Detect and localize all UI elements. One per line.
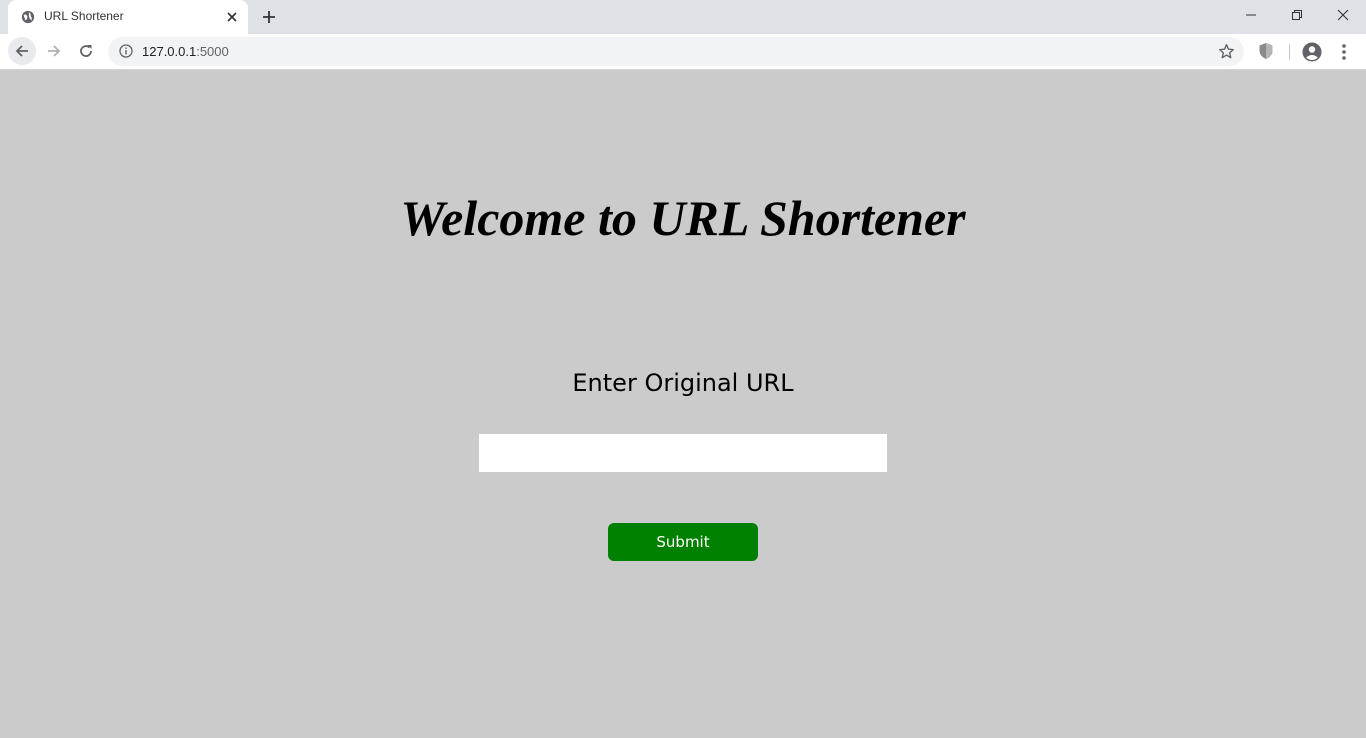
submit-button[interactable]: Submit — [608, 523, 758, 561]
close-window-button[interactable] — [1320, 0, 1366, 30]
browser-toolbar: 127.0.0.1:5000 — [0, 34, 1366, 70]
page-content: Welcome to URL Shortener Enter Original … — [0, 71, 1366, 738]
restore-button[interactable] — [1274, 0, 1320, 30]
reload-button[interactable] — [72, 37, 100, 65]
tab-strip: URL Shortener — [0, 0, 1366, 34]
reload-icon — [80, 45, 92, 57]
toolbar-divider — [1289, 44, 1290, 60]
new-tab-icon[interactable] — [259, 7, 279, 27]
back-button[interactable] — [8, 37, 36, 65]
star-icon[interactable] — [1218, 43, 1235, 60]
url-host: 127.0.0.1 — [142, 44, 197, 59]
url-port: :5000 — [196, 44, 229, 59]
minimize-icon — [1246, 14, 1256, 16]
arrow-right-icon — [48, 45, 61, 57]
account-icon[interactable] — [1302, 42, 1322, 62]
browser-tab[interactable]: URL Shortener — [8, 0, 248, 34]
shield-icon[interactable] — [1258, 42, 1274, 60]
url-field-label: Enter Original URL — [572, 369, 794, 397]
arrow-left-icon — [15, 45, 28, 57]
original-url-input[interactable] — [479, 434, 887, 472]
page-title: Welcome to URL Shortener — [400, 190, 966, 246]
kebab-menu-icon[interactable] — [1336, 42, 1352, 62]
close-tab-icon[interactable] — [225, 10, 239, 24]
address-bar[interactable]: 127.0.0.1:5000 — [108, 37, 1244, 66]
restore-icon — [1292, 10, 1302, 20]
forward-button[interactable] — [40, 37, 68, 65]
globe-icon — [21, 10, 35, 24]
tab-title: URL Shortener — [44, 9, 124, 23]
minimize-button[interactable] — [1228, 0, 1274, 30]
info-icon[interactable] — [119, 44, 133, 58]
url-text[interactable]: 127.0.0.1:5000 — [142, 44, 229, 59]
close-icon — [1337, 9, 1349, 21]
